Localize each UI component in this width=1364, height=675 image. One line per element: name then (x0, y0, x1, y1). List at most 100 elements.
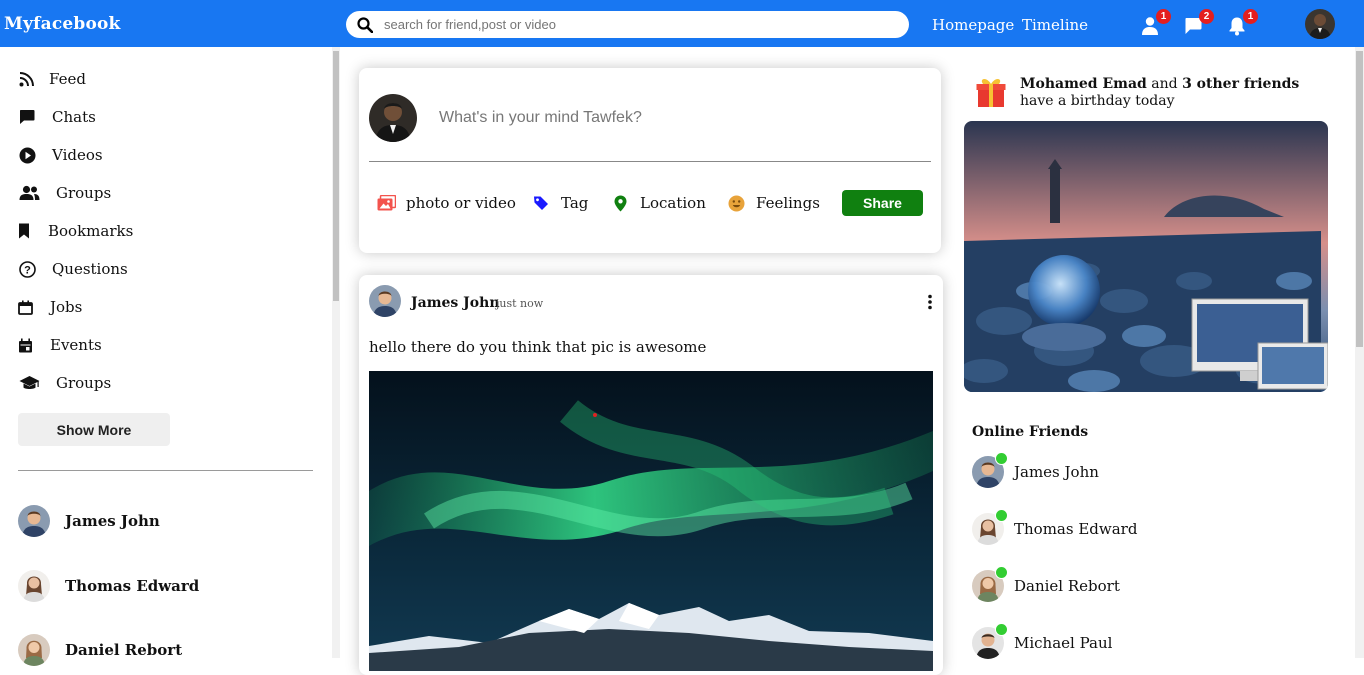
photo-video-option[interactable]: photo or video (376, 193, 516, 213)
online-status-dot (995, 452, 1008, 465)
friend-requests-badge: 1 (1156, 9, 1171, 24)
avatar (18, 634, 50, 666)
post-composer: photo or video Tag Location Feelings Sha… (359, 68, 941, 253)
sidebar-item-questions[interactable]: ? Questions (18, 257, 128, 281)
app-logo[interactable]: Myfacebook (4, 14, 121, 34)
sidebar-item-videos[interactable]: Videos (18, 143, 103, 167)
option-label: Tag (561, 194, 589, 212)
online-friend-row[interactable]: Michael Paul (972, 623, 1112, 660)
sidebar-item-jobs[interactable]: Jobs (18, 295, 82, 319)
photo-icon (376, 193, 396, 213)
sidebar-item-feed[interactable]: Feed (18, 67, 86, 91)
online-friends-title: Online Friends (972, 424, 1089, 440)
post-author[interactable]: James John (411, 295, 500, 311)
sidebar-item-events[interactable]: Events (18, 333, 102, 357)
option-label: photo or video (406, 194, 516, 212)
sidebar-friend-row[interactable]: Daniel Rebort (18, 633, 182, 667)
event-icon (18, 336, 33, 354)
online-status-dot (995, 509, 1008, 522)
sidebar-item-label: Groups (56, 374, 112, 392)
sidebar-item-label: Jobs (50, 298, 83, 316)
post-timestamp: just now (496, 297, 544, 310)
bookmark-icon (18, 222, 30, 240)
search-icon (357, 17, 373, 33)
timeline-link[interactable]: Timeline (1022, 16, 1088, 34)
help-circle-icon: ? (18, 260, 36, 278)
location-option[interactable]: Location (610, 193, 706, 213)
sidebar-item-label: Bookmarks (48, 222, 134, 240)
option-label: Feelings (756, 194, 820, 212)
sidebar-divider (18, 470, 313, 471)
profile-avatar[interactable] (1305, 9, 1335, 39)
more-vert-icon[interactable] (925, 294, 935, 310)
post-input[interactable] (439, 106, 919, 130)
page-scrollbar-thumb[interactable] (1356, 51, 1363, 347)
sidebar-item-label: Events (50, 336, 102, 354)
page-scrollbar[interactable] (1355, 47, 1364, 658)
emoji-icon (726, 193, 746, 213)
post-text: hello there do you think that pic is awe… (369, 338, 707, 356)
homepage-link[interactable]: Homepage (932, 16, 1014, 34)
group-icon (18, 184, 40, 202)
chat-icon (18, 108, 36, 126)
sidebar-scrollbar[interactable] (332, 47, 340, 658)
notifications-button[interactable]: 1 (1227, 9, 1258, 36)
svg-text:?: ? (24, 264, 31, 276)
sidebar-item-label: Groups (56, 184, 112, 202)
sidebar-item-groups[interactable]: Groups (18, 181, 111, 205)
online-status-dot (995, 623, 1008, 636)
sidebar-item-label: Questions (52, 260, 128, 278)
search-bar[interactable] (346, 11, 909, 38)
avatar (18, 570, 50, 602)
share-button[interactable]: Share (842, 190, 923, 216)
post-image[interactable] (369, 371, 933, 671)
online-status-dot (995, 566, 1008, 579)
birthday-tail: have a birthday today (1020, 93, 1175, 109)
play-circle-icon (18, 146, 36, 164)
top-navbar: Myfacebook Homepage Timeline 1 2 1 (0, 0, 1364, 47)
tag-icon (531, 193, 551, 213)
tag-option[interactable]: Tag (531, 193, 588, 213)
friend-name: James John (65, 512, 160, 530)
sidebar-friend-row[interactable]: Thomas Edward (18, 569, 199, 603)
sidebar-item-courses[interactable]: Groups (18, 371, 111, 395)
messages-badge: 2 (1199, 9, 1214, 24)
birthday-name[interactable]: Mohamed Emad (1020, 76, 1147, 92)
friend-name: James John (1014, 463, 1099, 481)
school-icon (18, 374, 40, 392)
sidebar-item-label: Videos (52, 146, 103, 164)
friend-name: Thomas Edward (65, 577, 200, 595)
location-icon (610, 193, 630, 213)
composer-divider (369, 161, 931, 162)
friend-requests-button[interactable]: 1 (1140, 9, 1171, 36)
birthday-others[interactable]: 3 other friends (1182, 76, 1299, 92)
show-more-button[interactable]: Show More (18, 413, 170, 446)
sidebar-item-label: Chats (52, 108, 96, 126)
messages-button[interactable]: 2 (1183, 9, 1214, 36)
birthday-text: Mohamed Emad and 3 other friends have a … (1020, 76, 1310, 110)
ad-image[interactable] (964, 121, 1328, 392)
friend-name: Daniel Rebort (1014, 577, 1120, 595)
sidebar-scrollbar-thumb[interactable] (333, 51, 339, 301)
sidebar-item-bookmarks[interactable]: Bookmarks (18, 219, 133, 243)
sidebar-item-label: Feed (49, 70, 86, 88)
avatar (369, 94, 417, 142)
option-label: Location (640, 194, 706, 212)
rss-feed-icon (18, 70, 36, 88)
friend-name: Daniel Rebort (65, 641, 183, 659)
gift-icon (976, 76, 1006, 108)
work-outline-icon (18, 298, 33, 316)
online-friend-row[interactable]: Daniel Rebort (972, 566, 1120, 603)
feelings-option[interactable]: Feelings (726, 193, 820, 213)
online-friend-row[interactable]: Thomas Edward (972, 509, 1138, 546)
friend-name: Thomas Edward (1014, 520, 1138, 538)
notifications-badge: 1 (1243, 9, 1258, 24)
sidebar-item-chats[interactable]: Chats (18, 105, 96, 129)
online-friend-row[interactable]: James John (972, 452, 1099, 489)
birthday-connector: and (1146, 76, 1183, 92)
sidebar-friend-row[interactable]: James John (18, 504, 160, 538)
left-sidebar: Feed Chats Videos Groups Bookmarks ? Que… (0, 47, 332, 666)
avatar[interactable] (369, 285, 401, 317)
avatar (18, 505, 50, 537)
search-input[interactable] (384, 14, 884, 35)
